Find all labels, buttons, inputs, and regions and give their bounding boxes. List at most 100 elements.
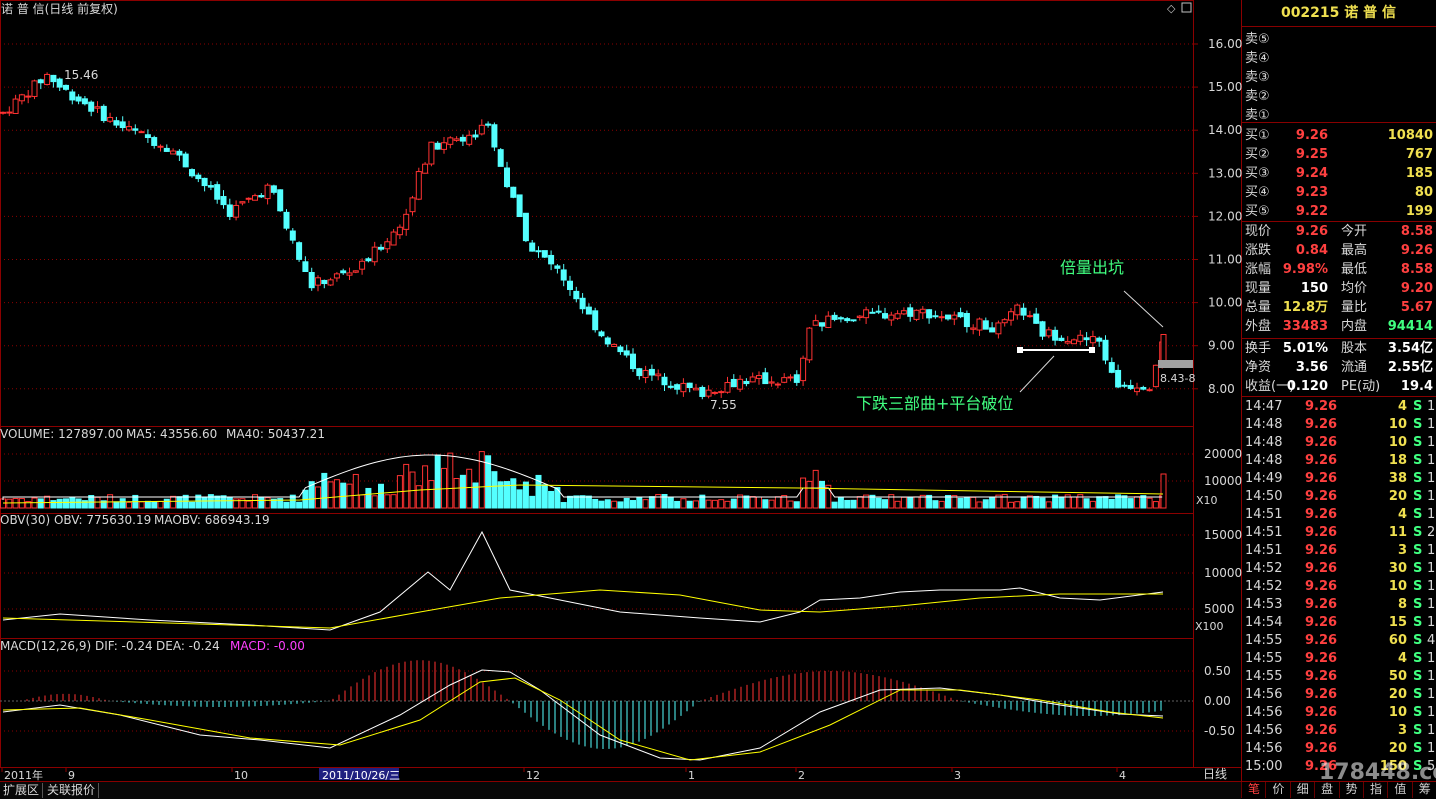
- candle-body: [1052, 329, 1059, 341]
- volume-bar: [989, 496, 996, 509]
- stat-value: 9.26: [1295, 224, 1328, 239]
- tick-price: 9.26: [1305, 399, 1338, 414]
- candle-body: [888, 314, 895, 321]
- candle-body: [277, 189, 284, 212]
- high-price-mark: 15.46: [64, 68, 98, 82]
- stat-value: 9.98%: [1282, 262, 1328, 277]
- tick-row: 14:56 9.26 20 S 1: [1241, 740, 1436, 758]
- tick-row: 14:55 9.26 4 S 1: [1241, 650, 1436, 668]
- panel-frame: [0, 0, 1194, 427]
- volume-bar: [94, 496, 101, 509]
- toolbar-related-quotes[interactable]: 关联报价: [44, 783, 100, 798]
- tick-time: 14:52: [1245, 561, 1283, 576]
- stock-header: 002215 诺 普 信: [1241, 4, 1436, 22]
- stat-label: 涨幅: [1245, 262, 1272, 277]
- candle-body: [951, 314, 958, 320]
- candle-body: [466, 134, 473, 145]
- tick-row: 14:52 9.26 10 S 1: [1241, 578, 1436, 596]
- restore-icon[interactable]: [1181, 2, 1192, 13]
- candle-body: [308, 272, 315, 289]
- tick-side: S: [1413, 651, 1423, 666]
- bid-volume: 185: [1405, 166, 1433, 181]
- tick-row: 14:49 9.26 38 S 1: [1241, 470, 1436, 488]
- diamond-icon[interactable]: ◇: [1167, 2, 1176, 15]
- candle-body: [403, 213, 410, 230]
- volume-bar: [1058, 497, 1065, 509]
- panel-divider: [1241, 396, 1436, 397]
- candle-body: [963, 313, 970, 328]
- toolbar-expand-area[interactable]: 扩展区: [0, 783, 44, 798]
- quote-tab[interactable]: 细: [1289, 781, 1315, 798]
- candle-body: [1020, 307, 1027, 316]
- tick-time: 14:55: [1245, 669, 1283, 684]
- bid-row: 买⑤ 9.22 199: [1241, 203, 1436, 221]
- candle-body: [220, 196, 227, 206]
- volume-bar: [1160, 473, 1167, 509]
- tick-price: 9.26: [1305, 579, 1338, 594]
- volume-bar: [718, 499, 725, 509]
- candle-body: [850, 319, 857, 322]
- volume-bar: [957, 497, 964, 509]
- tick-price: 9.26: [1305, 435, 1338, 450]
- tick-count: 1: [1427, 417, 1436, 432]
- kline-chart-area[interactable]: 诺 普 信(日线 前复权) ◇ 16.00 15.00 14.00 13.00 12.0…: [0, 0, 1436, 798]
- volume-bar: [674, 500, 681, 509]
- stat-value-2: 5.67: [1400, 300, 1433, 315]
- volume-bar: [567, 495, 573, 509]
- period-label[interactable]: 日线: [1203, 767, 1227, 781]
- tick-volume: 4: [1397, 651, 1407, 666]
- candle-body: [321, 279, 328, 285]
- bid-price: 9.22: [1295, 204, 1328, 219]
- stat-value-2: 9.26: [1400, 243, 1433, 258]
- volume-bar: [642, 499, 649, 509]
- volume-bar: [560, 502, 567, 509]
- quote-tab[interactable]: 笔: [1241, 781, 1266, 798]
- candle-body: [371, 246, 378, 263]
- tick-time: 14:51: [1245, 525, 1283, 540]
- price-tick-label: 13.00: [1208, 166, 1242, 180]
- volume-bar: [176, 496, 183, 509]
- tick-count: 1: [1427, 723, 1436, 738]
- macd-label: MACD(12,26,9) DIF: -0.24: [0, 639, 153, 653]
- indicator-tick-label: 0.50: [1204, 664, 1231, 678]
- tick-row: 14:51 9.26 11 S 2: [1241, 524, 1436, 542]
- candle-body: [428, 141, 435, 165]
- candle-body: [926, 309, 933, 319]
- tick-row: 14:56 9.26 10 S 1: [1241, 704, 1436, 722]
- tick-side: S: [1413, 471, 1423, 486]
- tick-volume: 30: [1388, 561, 1407, 576]
- tick-count: 1: [1427, 579, 1436, 594]
- stat-label: 涨跌: [1245, 243, 1272, 258]
- candle-body: [787, 376, 794, 379]
- candle-body: [233, 204, 240, 218]
- volume-bar: [50, 500, 57, 509]
- candle-body: [214, 184, 221, 200]
- tick-price: 9.26: [1305, 543, 1338, 558]
- volume-bar: [63, 498, 69, 509]
- volume-bar: [365, 487, 372, 509]
- volume-bar: [151, 501, 158, 509]
- candle-body: [390, 231, 397, 246]
- stat-label-2: 内盘: [1341, 319, 1368, 334]
- candle-body: [579, 297, 586, 310]
- tick-volume: 3: [1397, 543, 1407, 558]
- quote-tab[interactable]: 价: [1265, 781, 1290, 798]
- tick-price: 9.26: [1305, 723, 1338, 738]
- candle-body: [315, 277, 321, 286]
- volume-bar: [1096, 496, 1103, 509]
- price-tick-label: 11.00: [1208, 253, 1242, 267]
- bid-volume: 10840: [1387, 128, 1433, 143]
- annotation-arrow-bottom: [1019, 355, 1055, 393]
- volume-bar: [963, 496, 970, 509]
- candle-body: [617, 346, 624, 353]
- stat-value: 0.120: [1286, 379, 1328, 394]
- tick-side: S: [1413, 453, 1423, 468]
- candle-body: [422, 163, 429, 174]
- candle-body: [655, 373, 662, 377]
- volume-bar: [711, 499, 718, 509]
- tick-count: 1: [1427, 687, 1436, 702]
- volume-bar: [1001, 493, 1008, 509]
- candle-body: [844, 318, 851, 322]
- bid-row: 买② 9.25 767: [1241, 146, 1436, 164]
- candle-body: [195, 174, 202, 180]
